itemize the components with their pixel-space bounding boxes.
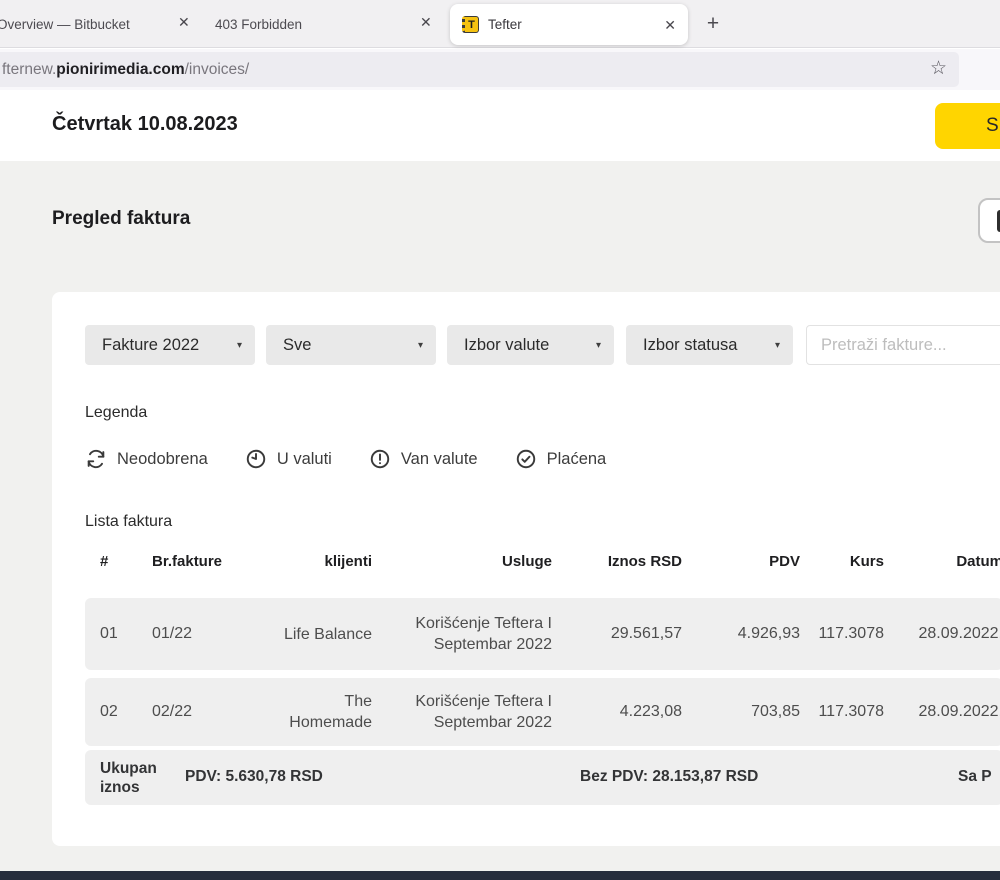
status-filter-dropdown[interactable]: Izbor statusa ▾ bbox=[626, 325, 793, 365]
amount-cell: 4.223,08 bbox=[552, 703, 682, 721]
check-icon bbox=[515, 448, 537, 470]
invoice-number: 02/22 bbox=[130, 703, 245, 721]
table-summary-row: Ukupan iznos PDV: 5.630,78 RSD Bez PDV: … bbox=[85, 750, 1000, 805]
page-title: Pregled faktura bbox=[52, 208, 190, 230]
current-date: Četvrtak 10.08.2023 bbox=[52, 113, 238, 136]
summary-sa-pdv-total: Sa P bbox=[958, 768, 992, 786]
client-cell: Life Balance bbox=[245, 624, 372, 645]
search-input[interactable] bbox=[806, 325, 1000, 365]
tab-tefter-title: Tefter bbox=[488, 17, 664, 32]
pdv-cell: 703,85 bbox=[682, 703, 800, 721]
url-path: /invoices/ bbox=[185, 61, 250, 78]
taskbar-edge bbox=[0, 871, 1000, 880]
tab-bitbucket[interactable]: Overview — Bitbucket bbox=[0, 17, 130, 32]
tab-403-forbidden[interactable]: 403 Forbidden bbox=[215, 17, 302, 32]
tab-tefter-active[interactable]: T Tefter ✕ bbox=[450, 4, 688, 45]
column-header: Usluge bbox=[372, 553, 552, 570]
legend-item-u-valuti: U valuti bbox=[245, 448, 332, 470]
column-header: PDV bbox=[682, 553, 800, 570]
browser-toolbar: fternew.pionirimedia.com/invoices/ ☆ bbox=[0, 49, 1000, 90]
app-header: Četvrtak 10.08.2023 S bbox=[0, 90, 1000, 161]
currency-filter-label: Izbor valute bbox=[464, 336, 549, 355]
tefter-favicon-icon: T bbox=[462, 16, 479, 33]
table-row[interactable]: 02 02/22 The Homemade Korišćenje Teftera… bbox=[85, 678, 1000, 746]
new-tab-icon[interactable]: + bbox=[700, 11, 726, 37]
url-domain: pionirimedia.com bbox=[56, 61, 184, 78]
close-icon[interactable]: ✕ bbox=[664, 18, 676, 32]
legend-item-van-valute: Van valute bbox=[369, 448, 478, 470]
legend-label: Plaćena bbox=[547, 450, 607, 469]
chevron-down-icon: ▾ bbox=[237, 340, 242, 351]
year-filter-dropdown[interactable]: Fakture 2022 ▾ bbox=[85, 325, 255, 365]
service-cell: Korišćenje Teftera I Septembar 2022 bbox=[372, 613, 552, 655]
legend-title: Legenda bbox=[85, 404, 147, 422]
invoices-card: Fakture 2022 ▾ Sve ▾ Izbor valute ▾ Izbo… bbox=[52, 292, 1000, 846]
summary-pdv-total: PDV: 5.630,78 RSD bbox=[185, 768, 323, 786]
chevron-down-icon: ▾ bbox=[596, 340, 601, 351]
column-header: Datum bbox=[884, 553, 1000, 570]
clock-icon bbox=[245, 448, 267, 470]
bookmark-star-icon[interactable]: ☆ bbox=[930, 57, 947, 80]
pdv-cell: 4.926,93 bbox=[682, 625, 800, 643]
row-number: 02 bbox=[85, 703, 130, 721]
column-header: # bbox=[85, 553, 130, 570]
amount-cell: 29.561,57 bbox=[552, 625, 682, 643]
chevron-down-icon: ▾ bbox=[418, 340, 423, 351]
chevron-down-icon: ▾ bbox=[775, 340, 780, 351]
column-header: Iznos RSD bbox=[552, 553, 682, 570]
status-filter-label: Izbor statusa bbox=[643, 336, 737, 355]
column-header: Br.fakture bbox=[130, 553, 245, 570]
client-filter-label: Sve bbox=[283, 336, 311, 355]
table-row[interactable]: 01 01/22 Life Balance Korišćenje Teftera… bbox=[85, 598, 1000, 670]
client-filter-dropdown[interactable]: Sve ▾ bbox=[266, 325, 436, 365]
legend-item-neodobrena: Neodobrena bbox=[85, 448, 208, 470]
primary-action-button[interactable]: S bbox=[935, 103, 1000, 149]
summary-bez-pdv-total: Bez PDV: 28.153,87 RSD bbox=[580, 768, 758, 786]
date-cell: 28.09.2022. bbox=[884, 703, 1000, 721]
close-icon[interactable]: ✕ bbox=[420, 15, 432, 29]
url-prefix: fternew. bbox=[2, 61, 56, 78]
close-icon[interactable]: ✕ bbox=[178, 15, 190, 29]
client-cell: The Homemade bbox=[245, 691, 372, 733]
secondary-action-button[interactable] bbox=[978, 198, 1000, 243]
table-header: # Br.fakture klijenti Usluge Iznos RSD P… bbox=[85, 546, 1000, 576]
column-header: klijenti bbox=[245, 553, 372, 570]
page-content: Pregled faktura Fakture 2022 ▾ Sve ▾ Izb… bbox=[0, 161, 1000, 872]
summary-label: Ukupan iznos bbox=[100, 759, 170, 797]
address-bar[interactable]: fternew.pionirimedia.com/invoices/ ☆ bbox=[0, 52, 959, 87]
legend-label: Van valute bbox=[401, 450, 478, 469]
exclamation-icon bbox=[369, 448, 391, 470]
row-number: 01 bbox=[85, 625, 130, 643]
browser-tab-strip: Overview — Bitbucket ✕ 403 Forbidden ✕ T… bbox=[0, 0, 1000, 48]
year-filter-label: Fakture 2022 bbox=[102, 336, 199, 355]
legend-label: Neodobrena bbox=[117, 450, 208, 469]
kurs-cell: 117.3078 bbox=[800, 703, 884, 721]
service-cell: Korišćenje Teftera I Septembar 2022 bbox=[372, 691, 552, 733]
refresh-icon bbox=[85, 448, 107, 470]
column-header: Kurs bbox=[800, 553, 884, 570]
kurs-cell: 117.3078 bbox=[800, 625, 884, 643]
date-cell: 28.09.2022. bbox=[884, 625, 1000, 643]
legend-item-placena: Plaćena bbox=[515, 448, 607, 470]
legend: Neodobrena U valuti Van valute Plaćena bbox=[85, 448, 606, 470]
invoice-number: 01/22 bbox=[130, 625, 245, 643]
legend-label: U valuti bbox=[277, 450, 332, 469]
invoice-list-title: Lista faktura bbox=[85, 513, 172, 531]
currency-filter-dropdown[interactable]: Izbor valute ▾ bbox=[447, 325, 614, 365]
url-text: fternew.pionirimedia.com/invoices/ bbox=[2, 61, 249, 79]
